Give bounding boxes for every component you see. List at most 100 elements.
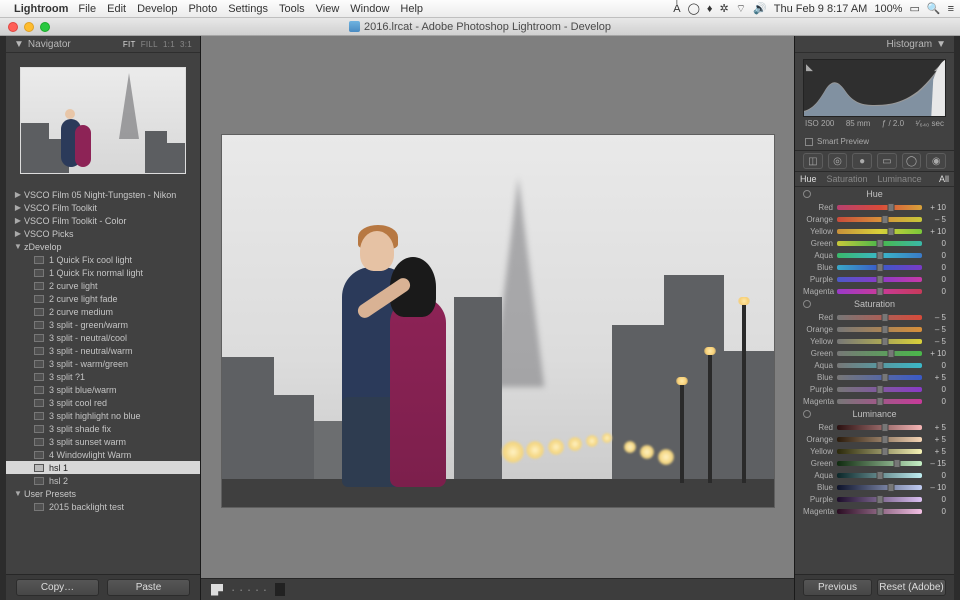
slider-thumb-icon[interactable] (882, 373, 889, 382)
targeted-adjust-icon[interactable] (803, 410, 811, 418)
slider-thumb-icon[interactable] (888, 203, 895, 212)
reset-button[interactable]: Reset (Adobe) (877, 579, 946, 596)
slider-hue-blue[interactable]: Blue0 (795, 261, 954, 273)
nav-mode-fit[interactable]: FIT (123, 40, 136, 49)
histogram-graph[interactable]: ◣ ◢ (803, 59, 946, 117)
flag-icon[interactable] (211, 584, 223, 596)
wifi-icon[interactable]: ⌔ (736, 2, 746, 16)
preset-group[interactable]: ▶VSCO Film 05 Night-Tungsten - Nikon (6, 188, 200, 201)
slider-hue-green[interactable]: Green0 (795, 237, 954, 249)
brush-tool-icon[interactable]: ◉ (926, 153, 946, 169)
menu-tools[interactable]: Tools (279, 3, 305, 15)
slider-luminance-red[interactable]: Red+ 5 (795, 421, 954, 433)
battery-icon[interactable]: ▭ (909, 2, 919, 15)
grad-filter-tool-icon[interactable]: ▭ (877, 153, 897, 169)
slider-track[interactable] (837, 229, 922, 234)
slider-thumb-icon[interactable] (876, 287, 883, 296)
slider-track[interactable] (837, 497, 922, 502)
histogram-header[interactable]: Histogram ▼ (795, 36, 954, 53)
preset-item[interactable]: 3 split - neutral/cool (6, 331, 200, 344)
tab-hue[interactable]: Hue (795, 172, 822, 186)
preset-item[interactable]: hsl 2 (6, 474, 200, 487)
slider-thumb-icon[interactable] (876, 275, 883, 284)
minimize-window-icon[interactable] (24, 22, 34, 32)
slider-thumb-icon[interactable] (876, 251, 883, 260)
slider-track[interactable] (837, 241, 922, 246)
slider-luminance-yellow[interactable]: Yellow+ 5 (795, 445, 954, 457)
slider-hue-orange[interactable]: Orange– 5 (795, 213, 954, 225)
slider-track[interactable] (837, 351, 922, 356)
slider-thumb-icon[interactable] (876, 263, 883, 272)
navigator-header[interactable]: ▼ Navigator FITFILL1:13:1 (6, 36, 200, 53)
radial-filter-tool-icon[interactable]: ◯ (902, 153, 922, 169)
slider-thumb-icon[interactable] (882, 325, 889, 334)
slider-saturation-green[interactable]: Green+ 10 (795, 347, 954, 359)
tab-luminance[interactable]: Luminance (873, 172, 927, 186)
preset-item[interactable]: 3 split - neutral/warm (6, 344, 200, 357)
slider-track[interactable] (837, 217, 922, 222)
slider-thumb-icon[interactable] (876, 239, 883, 248)
slider-thumb-icon[interactable] (876, 385, 883, 394)
slider-thumb-icon[interactable] (876, 495, 883, 504)
preset-item[interactable]: 3 split sunset warm (6, 435, 200, 448)
menu-edit[interactable]: Edit (107, 3, 126, 15)
menu-window[interactable]: Window (350, 3, 389, 15)
slider-track[interactable] (837, 461, 922, 466)
slider-thumb-icon[interactable] (888, 227, 895, 236)
slider-thumb-icon[interactable] (888, 349, 895, 358)
nav-mode-fill[interactable]: FILL (141, 40, 158, 49)
nav-mode-3:1[interactable]: 3:1 (180, 40, 192, 49)
slider-saturation-aqua[interactable]: Aqua0 (795, 359, 954, 371)
slider-luminance-aqua[interactable]: Aqua0 (795, 469, 954, 481)
disclosure-triangle-icon[interactable]: ▼ (936, 39, 946, 50)
preset-group[interactable]: ▶VSCO Film Toolkit - Color (6, 214, 200, 227)
slider-thumb-icon[interactable] (882, 435, 889, 444)
preset-item[interactable]: 2 curve light (6, 279, 200, 292)
menu-develop[interactable]: Develop (137, 3, 177, 15)
close-window-icon[interactable] (8, 22, 18, 32)
preset-item[interactable]: 2015 backlight test (6, 500, 200, 513)
volume-icon[interactable]: 🔊 (753, 2, 767, 15)
slider-track[interactable] (837, 449, 922, 454)
slider-track[interactable] (837, 363, 922, 368)
slider-hue-yellow[interactable]: Yellow+ 10 (795, 225, 954, 237)
slider-thumb-icon[interactable] (876, 507, 883, 516)
slider-track[interactable] (837, 399, 922, 404)
slider-saturation-magenta[interactable]: Magenta0 (795, 395, 954, 407)
slider-track[interactable] (837, 265, 922, 270)
preset-item[interactable]: hsl 1 (6, 461, 200, 474)
crop-tool-icon[interactable]: ◫ (803, 153, 823, 169)
nav-mode-1:1[interactable]: 1:1 (163, 40, 175, 49)
slider-track[interactable] (837, 205, 922, 210)
slider-hue-magenta[interactable]: Magenta0 (795, 285, 954, 297)
targeted-adjust-icon[interactable] (803, 300, 811, 308)
preset-item[interactable]: 1 Quick Fix normal light (6, 266, 200, 279)
menu-settings[interactable]: Settings (228, 3, 268, 15)
slider-track[interactable] (837, 485, 922, 490)
tab-all[interactable]: All (934, 172, 954, 186)
color-label-swatch[interactable] (283, 583, 285, 596)
preset-group[interactable]: ▶VSCO Film Toolkit (6, 201, 200, 214)
menu-view[interactable]: View (316, 3, 340, 15)
redeye-tool-icon[interactable]: ● (852, 153, 872, 169)
slider-thumb-icon[interactable] (882, 337, 889, 346)
slider-track[interactable] (837, 375, 922, 380)
slider-luminance-magenta[interactable]: Magenta0 (795, 505, 954, 517)
bluetooth-icon[interactable]: ✲ (720, 2, 729, 15)
slider-hue-aqua[interactable]: Aqua0 (795, 249, 954, 261)
copy-button[interactable]: Copy… (16, 579, 99, 596)
cc-icon[interactable]: ◯ (688, 2, 700, 15)
slider-track[interactable] (837, 289, 922, 294)
menu-help[interactable]: Help (400, 3, 423, 15)
preset-item[interactable]: 3 split shade fix (6, 422, 200, 435)
preset-item[interactable]: 3 split blue/warm (6, 383, 200, 396)
preset-group[interactable]: ▼User Presets (6, 487, 200, 500)
app-menu[interactable]: Lightroom (14, 3, 68, 15)
preset-item[interactable]: 3 split - green/warm (6, 318, 200, 331)
slider-saturation-purple[interactable]: Purple0 (795, 383, 954, 395)
spot-heal-tool-icon[interactable]: ◎ (828, 153, 848, 169)
dropbox-icon[interactable]: ♦ (707, 3, 713, 15)
slider-thumb-icon[interactable] (876, 361, 883, 370)
slider-track[interactable] (837, 327, 922, 332)
slider-hue-red[interactable]: Red+ 10 (795, 201, 954, 213)
